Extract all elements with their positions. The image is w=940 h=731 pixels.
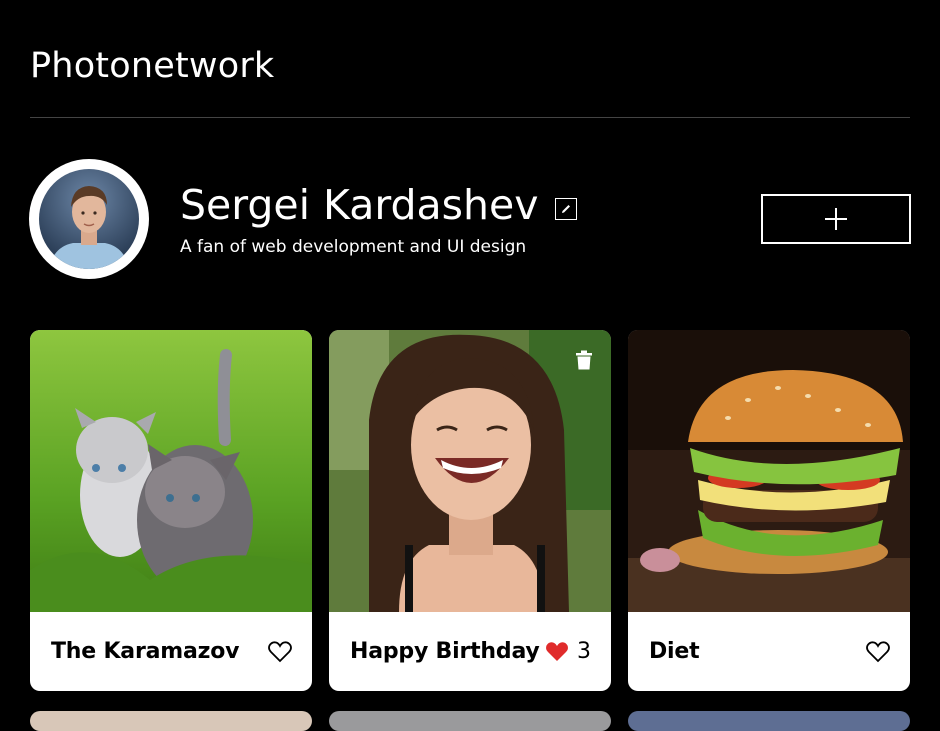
card-title: Diet bbox=[649, 639, 700, 664]
card-image[interactable] bbox=[628, 330, 910, 612]
card-peek bbox=[30, 711, 312, 731]
header: Photonetwork bbox=[30, 44, 910, 118]
card-peek bbox=[329, 711, 611, 731]
card-image[interactable] bbox=[30, 330, 312, 612]
card: Happy Birthday 3 bbox=[329, 330, 611, 691]
plus-icon bbox=[825, 208, 847, 230]
logo: Photonetwork bbox=[30, 46, 275, 86]
avatar[interactable] bbox=[29, 159, 149, 279]
trash-icon bbox=[576, 350, 592, 370]
profile-name: Sergei Kardashev bbox=[180, 181, 539, 229]
heart-outline-icon[interactable] bbox=[866, 640, 890, 663]
card-image[interactable] bbox=[329, 330, 611, 612]
name-row: Sergei Kardashev bbox=[180, 181, 578, 229]
card: Diet bbox=[628, 330, 910, 691]
card-peek bbox=[628, 711, 910, 731]
like-group bbox=[268, 640, 292, 663]
like-count: 3 bbox=[577, 639, 591, 664]
card-footer: Diet bbox=[628, 612, 910, 691]
edit-profile-button[interactable] bbox=[555, 198, 578, 220]
card-footer: Happy Birthday 3 bbox=[329, 612, 611, 691]
delete-card-button[interactable] bbox=[575, 350, 593, 370]
pencil-icon bbox=[562, 205, 571, 213]
heart-filled-icon[interactable] bbox=[545, 641, 569, 663]
like-group: 3 bbox=[545, 639, 591, 664]
profile: Sergei Kardashev A fan of web developmen… bbox=[29, 159, 911, 281]
like-group bbox=[866, 640, 890, 663]
card-title: Happy Birthday bbox=[350, 639, 540, 664]
add-card-button[interactable] bbox=[761, 194, 911, 244]
profile-about: A fan of web development and UI design bbox=[180, 237, 527, 257]
heart-outline-icon[interactable] bbox=[268, 640, 292, 663]
avatar-photo bbox=[39, 169, 139, 269]
card-footer: The Karamazov bbox=[30, 612, 312, 691]
card: The Karamazov bbox=[30, 330, 312, 691]
card-title: The Karamazov bbox=[51, 639, 240, 664]
